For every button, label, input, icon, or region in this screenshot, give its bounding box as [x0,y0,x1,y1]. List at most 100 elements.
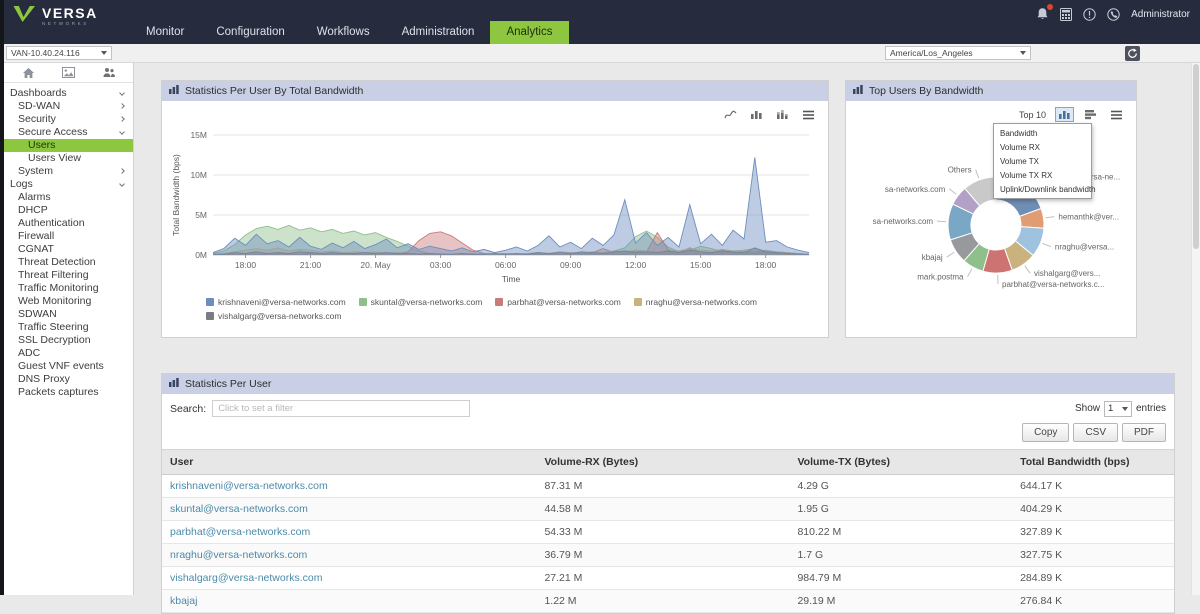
svg-text:09:00: 09:00 [560,260,582,270]
sidebar-item-web-monitoring[interactable]: Web Monitoring [4,295,133,308]
calculator-icon[interactable] [1060,8,1072,21]
bandwidth-panel-title: Statistics Per User By Total Bandwidth [185,85,363,97]
brand-name: VERSA [42,6,98,20]
users-icon[interactable] [102,67,116,78]
sidebar-item-cgnat[interactable]: CGNAT [4,243,133,256]
column-header-total-bandwidth-bps[interactable]: Total Bandwidth (bps) [1012,450,1174,475]
topbar-right: Administrator [1036,7,1190,21]
legend-label: skuntal@versa-networks.com [371,297,483,307]
legend-item[interactable]: parbhat@versa-networks.com [495,297,621,307]
scrollbar-thumb[interactable] [1193,64,1199,249]
nav-workflows[interactable]: Workflows [301,21,386,44]
bell-icon[interactable] [1036,7,1049,21]
menu-item-bandwidth[interactable]: Bandwidth [994,126,1091,140]
user-link[interactable]: krishnaveni@versa-networks.com [170,480,328,492]
user-link[interactable]: kbajaj [170,595,197,607]
legend-label: vishalgarg@versa-networks.com [218,311,341,321]
user-link[interactable]: skuntal@versa-networks.com [170,503,308,515]
device-selector[interactable]: VAN-10.40.24.116 [6,46,112,60]
nav-configuration[interactable]: Configuration [200,21,300,44]
bar-chart-icon [853,85,863,97]
phone-icon[interactable] [1107,8,1120,21]
versa-logo[interactable]: VERSA NETWORKS [12,5,98,28]
menu-item-volume-rx[interactable]: Volume RX [994,140,1091,154]
refresh-button[interactable] [1125,46,1140,61]
sidebar-item-label: ADC [18,347,40,359]
sidebar-item-alarms[interactable]: Alarms [4,191,133,204]
sidebar-item-security[interactable]: Security [4,113,133,126]
sidebar-item-guest-vnf-events[interactable]: Guest VNF events [4,360,133,373]
sidebar-item-sdwan[interactable]: SDWAN [4,308,133,321]
hamburger-menu-icon[interactable] [1107,108,1126,122]
hamburger-menu-icon[interactable] [799,108,818,122]
sidebar-item-threat-detection[interactable]: Threat Detection [4,256,133,269]
sidebar-item-dns-proxy[interactable]: DNS Proxy [4,373,133,386]
column-chart-icon[interactable] [1055,107,1074,122]
column-header-volume-rx-bytes[interactable]: Volume-RX (Bytes) [536,450,789,475]
legend-item[interactable]: nraghu@versa-networks.com [634,297,757,307]
image-icon[interactable] [62,67,75,78]
svg-text:06:00: 06:00 [495,260,517,270]
volume-tx-cell: 1.7 G [789,544,1012,567]
copy-button[interactable]: Copy [1022,423,1069,442]
legend-item[interactable]: vishalgarg@versa-networks.com [206,311,341,321]
sidebar-item-users[interactable]: Users [4,139,133,152]
column-chart-icon[interactable] [747,107,766,122]
user-link[interactable]: parbhat@versa-networks.com [170,526,310,538]
sidebar-item-users-view[interactable]: Users View [4,152,133,165]
sidebar-item-firewall[interactable]: Firewall [4,230,133,243]
pie-label: nraghu@versa... [1055,243,1114,252]
search-input[interactable] [212,400,470,417]
volume-rx-cell: 54.33 M [536,521,789,544]
stats-table: UserVolume-RX (Bytes)Volume-TX (Bytes)To… [162,449,1174,613]
area-series[interactable] [213,157,809,255]
sidebar-item-authentication[interactable]: Authentication [4,217,133,230]
sidebar-item-sd-wan[interactable]: SD-WAN [4,100,133,113]
entries-label: entries [1136,403,1166,414]
nav-administration[interactable]: Administration [386,21,491,44]
top-n-label[interactable]: Top 10 [1019,110,1046,120]
timezone-selector[interactable]: America/Los_Angeles [885,46,1031,60]
sidebar-item-dhcp[interactable]: DHCP [4,204,133,217]
bar-chart-icon [169,378,179,390]
sidebar-item-traffic-steering[interactable]: Traffic Steering [4,321,133,334]
column-header-user[interactable]: User [162,450,536,475]
spline-chart-icon[interactable] [721,107,740,122]
sidebar-item-traffic-monitoring[interactable]: Traffic Monitoring [4,282,133,295]
sidebar-item-threat-filtering[interactable]: Threat Filtering [4,269,133,282]
nav-analytics[interactable]: Analytics [490,21,568,44]
legend-item[interactable]: skuntal@versa-networks.com [359,297,483,307]
sidebar-item-system[interactable]: System [4,165,133,178]
svg-text:15M: 15M [190,130,207,140]
menu-item-volume-tx-rx[interactable]: Volume TX RX [994,168,1091,182]
vertical-scrollbar[interactable] [1191,63,1200,595]
bandwidth-area-chart[interactable]: 0M5M10M15M18:0021:0020. May03:0006:0009:… [169,123,821,293]
export-buttons: CopyCSVPDF [162,421,1174,449]
admin-user-label[interactable]: Administrator [1131,9,1190,20]
sidebar-item-label: Security [18,113,56,125]
volume-rx-cell: 44.58 M [536,498,789,521]
stacked-chart-icon[interactable] [773,107,792,122]
menu-item-uplink-downlink-bandwidth[interactable]: Uplink/Downlink bandwidth [994,182,1091,196]
user-link[interactable]: vishalgarg@versa-networks.com [170,572,322,584]
sidebar-item-secure-access[interactable]: Secure Access [4,126,133,139]
legend-swatch [206,312,214,320]
user-link[interactable]: nraghu@versa-networks.com [170,549,307,561]
sidebar-item-adc[interactable]: ADC [4,347,133,360]
pdf-button[interactable]: PDF [1122,423,1166,442]
sidebar-item-packets-captures[interactable]: Packets captures [4,386,133,399]
top-users-donut[interactable]: krishnaveni@versa-ne...hemanthk@ver...nr… [846,125,1136,331]
sidebar-item-ssl-decryption[interactable]: SSL Decryption [4,334,133,347]
sidebar-item-logs[interactable]: Logs [4,178,133,191]
column-header-volume-tx-bytes[interactable]: Volume-TX (Bytes) [789,450,1012,475]
nav-monitor[interactable]: Monitor [130,21,200,44]
bar-chart-icon[interactable] [1081,107,1100,122]
home-icon[interactable] [22,67,35,79]
menu-item-volume-tx[interactable]: Volume TX [994,154,1091,168]
alert-info-icon[interactable] [1083,8,1096,21]
sidebar-item-dashboards[interactable]: Dashboards [4,87,133,100]
page-size-select[interactable]: 1 [1104,401,1132,417]
legend-item[interactable]: krishnaveni@versa-networks.com [206,297,346,307]
csv-button[interactable]: CSV [1073,423,1118,442]
chevron-down-icon [1122,407,1128,411]
